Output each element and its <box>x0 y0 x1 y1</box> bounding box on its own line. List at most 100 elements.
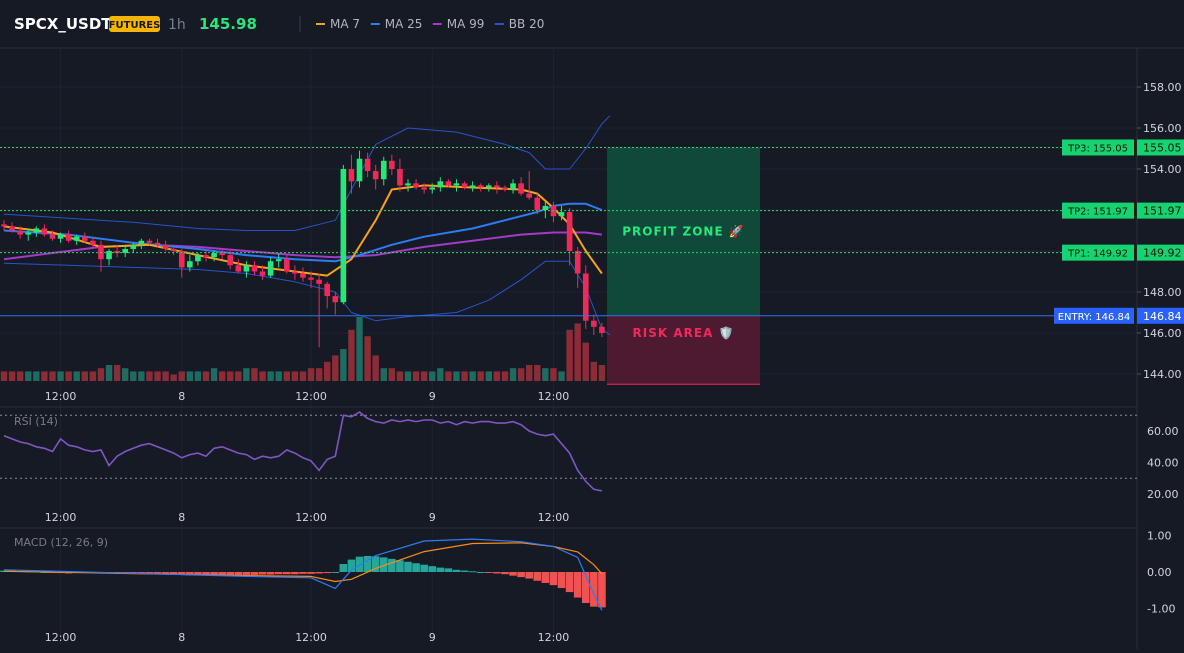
time-axis-label: 12:00 <box>538 390 570 403</box>
volume-bar <box>412 371 420 381</box>
macd-time-label: 12:00 <box>45 631 77 644</box>
candle-body <box>284 259 290 272</box>
volume-bar <box>340 349 347 381</box>
volume-bar <box>598 365 606 381</box>
volume-bar <box>550 368 557 381</box>
candle-body <box>453 183 460 186</box>
candle-body <box>340 169 347 303</box>
volume-bar <box>97 368 105 381</box>
volume-bar <box>461 371 468 381</box>
macd-histogram-bar <box>493 572 501 574</box>
legend-label-2: MA 99 <box>447 17 485 31</box>
rsi-axis-label: 20.00 <box>1147 488 1179 501</box>
volume-bar <box>170 374 177 381</box>
macd-axis-label: 1.00 <box>1147 530 1172 543</box>
rsi-time-label: 12:00 <box>538 511 570 524</box>
chart-canvas[interactable]: SPCX_USDT FUTURES 1h 145.98 MA 7 MA 25 MA … <box>0 0 1184 649</box>
volume-bar <box>41 371 48 381</box>
volume-bar <box>542 368 549 381</box>
candle-body <box>73 236 80 241</box>
price-axis-level-label: 146.84 <box>1143 310 1182 323</box>
rsi-time-label: 9 <box>429 511 436 524</box>
candle-body <box>429 187 436 190</box>
macd-histogram-bar <box>533 572 542 581</box>
macd-axis-label: 0.00 <box>1147 566 1172 579</box>
volume-bar <box>348 329 355 381</box>
candle-body <box>389 160 395 169</box>
macd-histogram-bar <box>428 566 437 572</box>
indicator-legend: MA 7 MA 25 MA 99 BB 20 <box>316 17 544 31</box>
price-axis-label: 154.00 <box>1143 163 1182 176</box>
candle-body <box>211 253 217 258</box>
macd-time-label: 8 <box>178 631 185 644</box>
macd-time-label: 9 <box>429 631 436 644</box>
volume-bar <box>356 317 363 381</box>
macd-histogram-bar <box>476 572 485 573</box>
candle-body <box>235 265 242 272</box>
volume-bar <box>178 371 185 381</box>
trading-chart: SPCX_USDT FUTURES 1h 145.98 MA 7 MA 25 MA … <box>0 0 1184 649</box>
macd-histogram-bar <box>266 572 275 575</box>
volume-bar <box>558 371 565 381</box>
volume-bar <box>315 368 323 381</box>
candle-body <box>1 224 7 227</box>
volume-bar <box>33 371 40 381</box>
symbol-label[interactable]: SPCX_USDT <box>14 15 112 33</box>
macd-histogram-bar <box>444 568 453 572</box>
candle-body <box>445 181 452 186</box>
macd-title: MACD (12, 26, 9) <box>14 536 108 549</box>
volume-bar <box>477 371 484 381</box>
candle-body <box>17 230 23 235</box>
macd-histogram-bar <box>388 558 396 572</box>
candle-body <box>267 261 274 276</box>
macd-pane: MACD (12, 26, 9) -1.00 0.00 1.00 12:00 8 12:00… <box>0 530 1175 644</box>
macd-histogram-bar <box>234 572 243 576</box>
interval-label[interactable]: 1h <box>168 17 186 33</box>
volume-bar <box>453 371 460 381</box>
price-axis-label: 144.00 <box>1143 368 1182 381</box>
candle-body <box>372 171 379 180</box>
macd-histogram-bar <box>299 572 307 574</box>
chart-header: SPCX_USDT FUTURES 1h 145.98 MA 7 MA 25 MA … <box>14 15 544 33</box>
time-axis-label: 9 <box>429 390 436 403</box>
volume-bar <box>105 365 113 381</box>
macd-histogram-bar <box>452 569 461 572</box>
candle-body <box>90 240 96 245</box>
macd-histogram-bar <box>250 572 259 575</box>
profit-zone-label: PROFIT ZONE 🚀 <box>622 225 745 239</box>
tp-tag-label: TP1: 149.92 <box>1067 249 1128 260</box>
volume-bar <box>364 336 371 381</box>
volume-bar <box>437 368 444 381</box>
volume-bar <box>493 371 501 381</box>
rsi-title: RSI (14) <box>14 415 58 428</box>
volume-bar <box>49 371 56 381</box>
macd-histogram-bar <box>509 572 517 576</box>
candle-body <box>195 255 201 262</box>
candle-body <box>9 226 15 231</box>
macd-histogram-bar <box>557 572 566 589</box>
volume-bar <box>154 371 161 381</box>
candle-body <box>259 271 266 276</box>
volume-bar <box>299 371 307 381</box>
legend-label-0: MA 7 <box>330 17 360 31</box>
candle-body <box>413 183 419 188</box>
rsi-line <box>3 411 603 492</box>
candle-body <box>566 212 573 251</box>
volume-bar <box>57 371 64 381</box>
candle-body <box>187 261 193 268</box>
volume-bar <box>227 371 234 381</box>
volume-bar <box>235 371 242 381</box>
volume-bar <box>469 371 476 381</box>
macd-histogram-bar <box>404 561 412 572</box>
candle-body <box>332 296 339 303</box>
macd-histogram-bar <box>307 572 315 574</box>
volume-bar <box>243 368 250 381</box>
candle-body <box>300 273 306 278</box>
candle-body <box>227 255 234 266</box>
volume-bar <box>81 371 88 381</box>
candle-body <box>526 193 532 198</box>
volume-bar <box>396 371 404 381</box>
macd-time-label: 12:00 <box>295 631 327 644</box>
volume-bar <box>218 371 226 381</box>
candle-body <box>461 183 468 188</box>
